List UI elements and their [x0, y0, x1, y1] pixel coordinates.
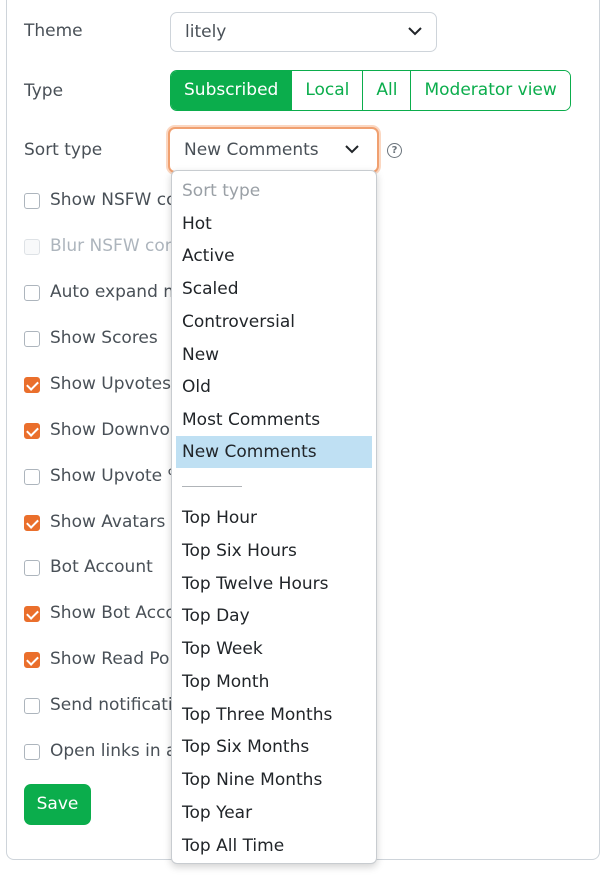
checkbox-label: Send notificati	[50, 695, 173, 715]
sort-option-top-six-hours[interactable]: Top Six Hours	[176, 535, 372, 567]
checkbox-label: Show NSFW co	[50, 190, 177, 210]
sort-option-active[interactable]: Active	[176, 240, 372, 272]
sort-option-top-all-time[interactable]: Top All Time	[176, 830, 372, 862]
sort-option-top-hour[interactable]: Top Hour	[176, 502, 372, 534]
type-option-moderator-view[interactable]: Moderator view	[410, 71, 570, 110]
checkbox-label: Show Read Po	[50, 649, 170, 669]
checkbox-label: Show Scores	[50, 328, 158, 348]
sort-option-top-nine-months[interactable]: Top Nine Months	[176, 764, 372, 796]
sort-type-select[interactable]: New Comments	[168, 127, 379, 173]
theme-select[interactable]: litely	[170, 12, 437, 52]
checkbox-box[interactable]	[24, 193, 40, 209]
type-segmented-control: Subscribed Local All Moderator view	[170, 70, 571, 111]
sort-type-dropdown: Sort type Hot Active Scaled Controversia…	[171, 170, 377, 864]
chevron-down-icon	[345, 145, 359, 154]
type-option-local[interactable]: Local	[291, 71, 363, 110]
sort-option-old[interactable]: Old	[176, 371, 372, 403]
checkbox-box[interactable]	[24, 560, 40, 576]
chevron-down-icon	[408, 27, 422, 36]
sort-option-hot[interactable]: Hot	[176, 208, 372, 240]
sort-type-label: Sort type	[24, 140, 103, 160]
type-label: Type	[24, 81, 64, 101]
checkbox-label: Show Downvo	[50, 420, 170, 440]
checkbox-label: Show Upvote %	[50, 466, 184, 486]
checkbox-label: Open links in a	[50, 741, 177, 761]
sort-option-controversial[interactable]: Controversial	[176, 306, 372, 338]
checkbox-box[interactable]	[24, 377, 40, 393]
checkbox-box[interactable]	[24, 698, 40, 714]
sort-option-top-year[interactable]: Top Year	[176, 797, 372, 829]
checkbox-label: Bot Account	[50, 557, 153, 577]
sort-option-top-week[interactable]: Top Week	[176, 633, 372, 665]
dropdown-header: Sort type	[182, 181, 261, 201]
sort-option-new[interactable]: New	[176, 339, 372, 371]
sort-option-top-three-months[interactable]: Top Three Months	[176, 699, 372, 731]
checkbox-label: Show Avatars	[50, 512, 166, 532]
type-option-subscribed[interactable]: Subscribed	[171, 71, 292, 110]
checkbox-label: Show Upvotes	[50, 374, 171, 394]
sort-option-scaled[interactable]: Scaled	[176, 273, 372, 305]
checkbox-box[interactable]	[24, 331, 40, 347]
checkbox-box[interactable]	[24, 469, 40, 485]
theme-value: litely	[185, 22, 227, 42]
sort-option-new-comments[interactable]: New Comments	[176, 436, 372, 468]
checkbox-box	[24, 239, 40, 255]
save-button[interactable]: Save	[24, 784, 91, 825]
sort-option-most-comments[interactable]: Most Comments	[176, 404, 372, 436]
checkbox-label: Show Bot Acco	[50, 603, 176, 623]
sort-option-top-six-months[interactable]: Top Six Months	[176, 731, 372, 763]
sort-option-top-twelve-hours[interactable]: Top Twelve Hours	[176, 568, 372, 600]
dropdown-separator	[182, 486, 242, 487]
sort-option-top-month[interactable]: Top Month	[176, 666, 372, 698]
checkbox-label: Auto expand m	[50, 282, 180, 302]
checkbox-box[interactable]	[24, 515, 40, 531]
checkbox-box[interactable]	[24, 285, 40, 301]
help-icon[interactable]: ?	[387, 143, 402, 158]
type-option-all[interactable]: All	[362, 71, 411, 110]
checkbox-box[interactable]	[24, 423, 40, 439]
sort-option-top-day[interactable]: Top Day	[176, 600, 372, 632]
checkbox-label: Blur NSFW con	[50, 236, 176, 256]
theme-label: Theme	[24, 21, 83, 41]
checkbox-box[interactable]	[24, 652, 40, 668]
checkbox-box[interactable]	[24, 606, 40, 622]
checkbox-box[interactable]	[24, 744, 40, 760]
sort-type-value: New Comments	[184, 140, 319, 160]
